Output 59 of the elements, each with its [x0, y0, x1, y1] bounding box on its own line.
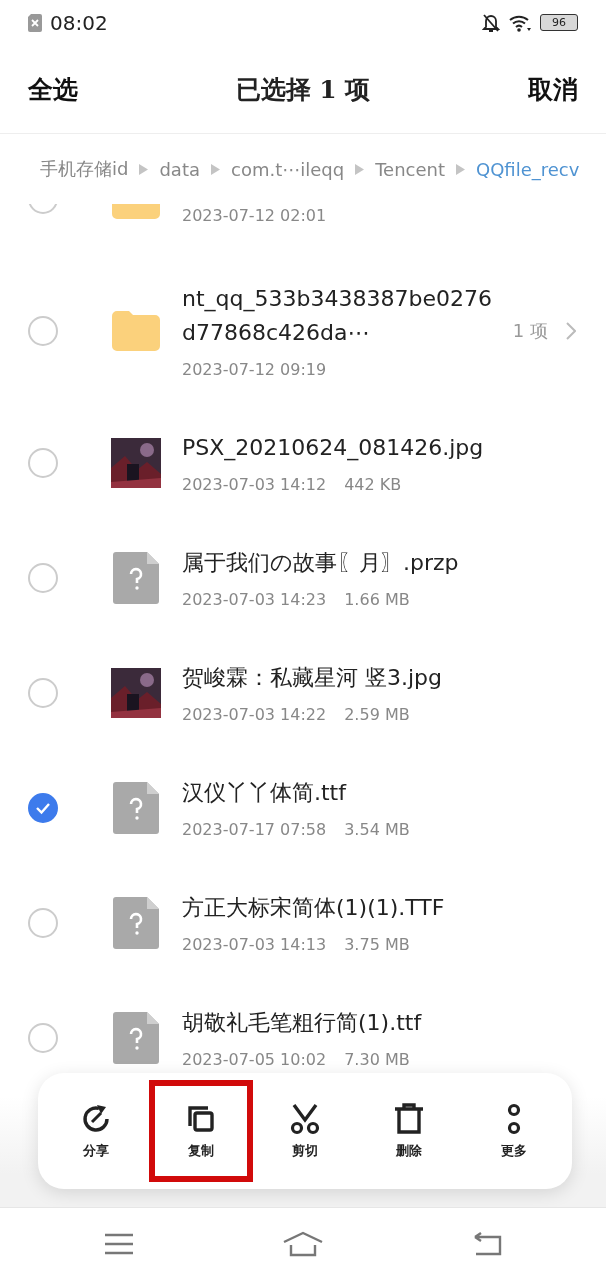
- cancel-button[interactable]: 取消: [528, 72, 578, 106]
- select-radio[interactable]: [28, 677, 58, 708]
- file-date: 2023-07-03 14:13: [182, 935, 327, 954]
- unknown-file-icon: [113, 896, 159, 949]
- select-radio[interactable]: [28, 1022, 58, 1053]
- menu-icon[interactable]: [104, 1233, 134, 1255]
- chevron-icon: [566, 321, 576, 340]
- select-radio[interactable]: [28, 562, 58, 593]
- home-icon[interactable]: [282, 1231, 324, 1257]
- file-name: 贺峻霖：私藏星河 竖3.jpg: [182, 664, 444, 692]
- delete-button[interactable]: 删除: [357, 1080, 462, 1182]
- file-date: 2023-07-03 14:22: [182, 705, 327, 724]
- file-size: 2.59 MB: [344, 705, 410, 724]
- breadcrumb-item[interactable]: 手机存储id: [40, 157, 129, 181]
- chevron-icon: [456, 163, 465, 175]
- battery-icon: 96: [540, 14, 578, 31]
- file-size: 1.66 MB: [344, 590, 410, 609]
- file-size: 3.54 MB: [344, 820, 410, 839]
- sim-icon: [28, 13, 42, 32]
- copy-button[interactable]: 复制: [148, 1080, 253, 1182]
- select-radio[interactable]: [28, 792, 58, 823]
- file-name: 属于我们の故事〖月〗.przp: [182, 549, 460, 577]
- bell-off-icon: [482, 12, 500, 33]
- file-name: 胡敬礼毛笔粗行简(1).ttf: [182, 1009, 423, 1037]
- breadcrumb-item[interactable]: data: [159, 158, 200, 180]
- file-name: PSX_20210624_081426.jpg: [182, 434, 485, 463]
- folder-icon: [112, 310, 160, 351]
- file-name: 汉仪丫丫体简.ttf: [182, 779, 348, 807]
- file-date: 2023-07-17 07:58: [182, 820, 327, 839]
- share-button[interactable]: 分享: [44, 1080, 149, 1182]
- breadcrumb-item[interactable]: com.t⋯ileqq: [231, 158, 345, 180]
- select-all-button[interactable]: 全选: [28, 72, 78, 106]
- select-radio[interactable]: [28, 315, 58, 346]
- unknown-file-icon: [113, 551, 159, 604]
- more-button[interactable]: 更多: [461, 1080, 566, 1182]
- file-date: 2023-07-12 02:01: [182, 206, 327, 225]
- select-radio[interactable]: [28, 907, 58, 938]
- file-date: 2023-07-12 09:19: [182, 360, 327, 379]
- file-date: 2023-07-03 14:23: [182, 590, 327, 609]
- file-size: 442 KB: [344, 475, 402, 494]
- file-name: 方正大标宋简体(1)(1).TTF: [182, 894, 446, 922]
- file-size: 3.75 MB: [344, 935, 410, 954]
- cut-button[interactable]: 剪切: [252, 1080, 357, 1182]
- select-radio[interactable]: [28, 447, 58, 478]
- file-name: nt_qq_533b3438387be0276d77868c426da⋯: [182, 285, 493, 347]
- item-count: 1 项: [512, 318, 548, 343]
- file-size: 7.30 MB: [344, 1050, 410, 1069]
- status-time: 08:02: [50, 10, 108, 35]
- chevron-icon: [211, 163, 220, 175]
- chevron-icon: [355, 163, 365, 175]
- wifi-icon: [508, 13, 532, 32]
- file-date: 2023-07-05 10:02: [182, 1050, 327, 1069]
- breadcrumb-item[interactable]: Tencent: [375, 158, 445, 180]
- unknown-file-icon: [113, 1011, 159, 1064]
- back-icon[interactable]: [472, 1232, 502, 1256]
- chevron-icon: [139, 163, 149, 175]
- selection-title: 已选择 1 项: [235, 73, 371, 106]
- file-date: 2023-07-03 14:12: [182, 475, 327, 494]
- unknown-file-icon: [113, 781, 159, 834]
